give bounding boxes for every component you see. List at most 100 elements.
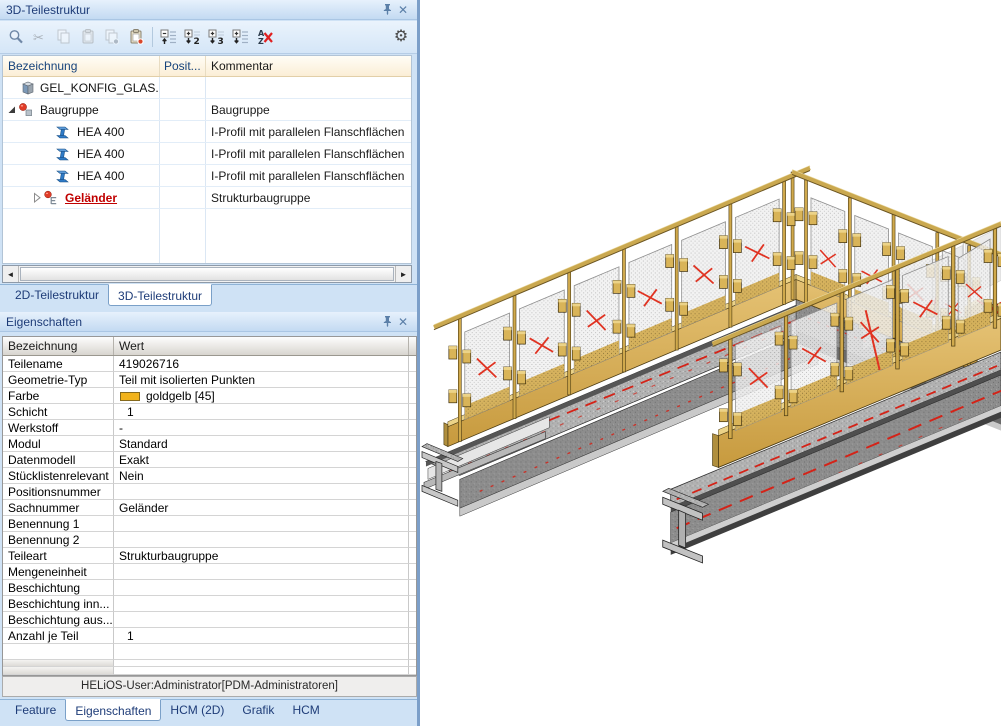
- property-label: Mengeneinheit: [3, 564, 114, 580]
- pin-icon[interactable]: [379, 3, 395, 17]
- svg-text:✂: ✂: [33, 31, 44, 46]
- tab-feature[interactable]: Feature: [6, 700, 65, 722]
- property-row[interactable]: Teilename419026716: [3, 356, 416, 372]
- tree-row-label: HEA 400: [77, 125, 124, 139]
- tree-row[interactable]: GEL_KONFIG_GLAS...: [3, 77, 411, 99]
- property-row[interactable]: Benennung 2: [3, 532, 416, 548]
- property-row[interactable]: StücklistenrelevantNein: [3, 468, 416, 484]
- property-row[interactable]: Benennung 1: [3, 516, 416, 532]
- paste-icon[interactable]: [76, 25, 100, 49]
- column-header-position[interactable]: Posit...: [160, 56, 206, 76]
- tab-grafik[interactable]: Grafik: [233, 700, 283, 722]
- property-row[interactable]: DatenmodellExakt: [3, 452, 416, 468]
- svg-text:2: 2: [194, 37, 200, 46]
- close-icon[interactable]: ✕: [395, 3, 411, 17]
- property-row[interactable]: Beschichtung aus...: [3, 612, 416, 628]
- tree-row[interactable]: Baugruppe Baugruppe: [3, 99, 411, 121]
- properties-panel-title: Eigenschaften: [6, 315, 379, 329]
- property-row[interactable]: Anzahl je Teil1: [3, 628, 416, 644]
- expand-all-icon[interactable]: [229, 25, 253, 49]
- property-value: 1: [114, 628, 409, 644]
- tree-toolbar: ✂ 2 3: [0, 21, 417, 54]
- remove-sorting-icon[interactable]: AZ: [253, 25, 277, 49]
- property-value: Nein: [114, 468, 409, 484]
- expand-level-2-icon[interactable]: 2: [181, 25, 205, 49]
- property-row[interactable]: TeileartStrukturbaugruppe: [3, 548, 416, 564]
- properties-grid: Bezeichnung Wert Teilename419026716 Geom…: [2, 336, 417, 676]
- property-label: Beschichtung aus...: [3, 612, 114, 628]
- column-header-kommentar[interactable]: Kommentar: [206, 56, 411, 76]
- column-header-bezeichnung[interactable]: Bezeichnung: [3, 56, 160, 76]
- expand-level-3-icon[interactable]: 3: [205, 25, 229, 49]
- application-window: 3D-Teilestruktur ✕ ✂: [0, 0, 1004, 726]
- expander-collapsed-icon[interactable]: [30, 191, 43, 204]
- tab-2d-teilestruktur[interactable]: 2D-Teilestruktur: [6, 285, 108, 307]
- column-header-wert[interactable]: Wert: [114, 337, 409, 355]
- steel-profile-icon: [55, 124, 73, 140]
- close-icon[interactable]: ✕: [395, 315, 411, 329]
- box-part-icon: [20, 80, 36, 96]
- property-value: Geländer: [114, 500, 409, 516]
- property-value: [114, 564, 409, 580]
- cut-icon[interactable]: ✂: [28, 25, 52, 49]
- svg-text:3: 3: [218, 37, 224, 46]
- property-value: 1: [114, 404, 409, 420]
- tree-row-label: GEL_KONFIG_GLAS...: [40, 81, 160, 95]
- property-value: goldgelb [45]: [114, 388, 409, 404]
- tree-row-position: [160, 187, 206, 208]
- scrollbar-thumb[interactable]: [20, 267, 394, 281]
- steel-profile-icon: [55, 146, 73, 162]
- color-swatch-goldgelb: [120, 392, 140, 401]
- tree-row[interactable]: Geländer Strukturbaugruppe: [3, 187, 411, 209]
- assembly-icon: [18, 102, 36, 118]
- property-row[interactable]: Positionsnummer: [3, 484, 416, 500]
- tree-horizontal-scrollbar[interactable]: ◄ ►: [2, 265, 412, 283]
- property-label: Anzahl je Teil: [3, 628, 114, 644]
- property-row[interactable]: Werkstoff-: [3, 420, 416, 436]
- property-row-farbe[interactable]: Farbegoldgelb [45]: [3, 388, 416, 404]
- copy-contents-icon[interactable]: [100, 25, 124, 49]
- tab-3d-teilestruktur[interactable]: 3D-Teilestruktur: [108, 284, 212, 306]
- tree-row-position: [160, 121, 206, 142]
- tree-row-label: Baugruppe: [40, 103, 99, 117]
- properties-panel-titlebar: Eigenschaften ✕: [0, 312, 417, 332]
- property-value: [114, 532, 409, 548]
- property-label: Werkstoff: [3, 420, 114, 436]
- property-row[interactable]: ModulStandard: [3, 436, 416, 452]
- property-row[interactable]: SachnummerGeländer: [3, 500, 416, 516]
- tree-empty-area: [3, 209, 411, 263]
- scroll-right-arrow-icon[interactable]: ►: [395, 266, 411, 282]
- property-label: Farbe: [3, 388, 114, 404]
- property-row[interactable]: Geometrie-TypTeil mit isolierten Punkten: [3, 372, 416, 388]
- expander-expanded-icon[interactable]: [5, 104, 18, 115]
- properties-header-row: Bezeichnung Wert: [3, 337, 416, 356]
- tree-row-comment: Baugruppe: [206, 99, 411, 120]
- 3d-viewport[interactable]: [420, 0, 1001, 726]
- tree-row[interactable]: HEA 400 I-Profil mit parallelen Flanschf…: [3, 143, 411, 165]
- helios-status-bar: HELiOS-User:Administrator[PDM-Administra…: [2, 676, 417, 697]
- property-label: Teileart: [3, 548, 114, 564]
- tab-eigenschaften[interactable]: Eigenschaften: [65, 699, 161, 721]
- settings-gear-icon[interactable]: ⚙: [389, 25, 413, 49]
- search-icon[interactable]: [4, 25, 28, 49]
- property-label: Schicht: [3, 404, 114, 420]
- property-row[interactable]: Schicht1: [3, 404, 416, 420]
- tree-row-comment: Strukturbaugruppe: [206, 187, 411, 208]
- collapse-all-icon[interactable]: [157, 25, 181, 49]
- column-header-bezeichnung[interactable]: Bezeichnung: [3, 337, 114, 355]
- tab-hcm-2d[interactable]: HCM (2D): [161, 700, 233, 722]
- tab-hcm[interactable]: HCM: [283, 700, 328, 722]
- paste-contents-icon[interactable]: [124, 25, 148, 49]
- property-label: Sachnummer: [3, 500, 114, 516]
- tree-row[interactable]: HEA 400 I-Profil mit parallelen Flanschf…: [3, 121, 411, 143]
- property-row[interactable]: Beschichtung inn...: [3, 596, 416, 612]
- property-value: [114, 596, 409, 612]
- property-row[interactable]: Mengeneinheit: [3, 564, 416, 580]
- property-value: [114, 612, 409, 628]
- property-row[interactable]: Beschichtung: [3, 580, 416, 596]
- tree-row[interactable]: HEA 400 I-Profil mit parallelen Flanschf…: [3, 165, 411, 187]
- scroll-left-arrow-icon[interactable]: ◄: [3, 266, 19, 282]
- copy-icon[interactable]: [52, 25, 76, 49]
- pin-icon[interactable]: [379, 315, 395, 329]
- property-row-empty: [3, 660, 416, 668]
